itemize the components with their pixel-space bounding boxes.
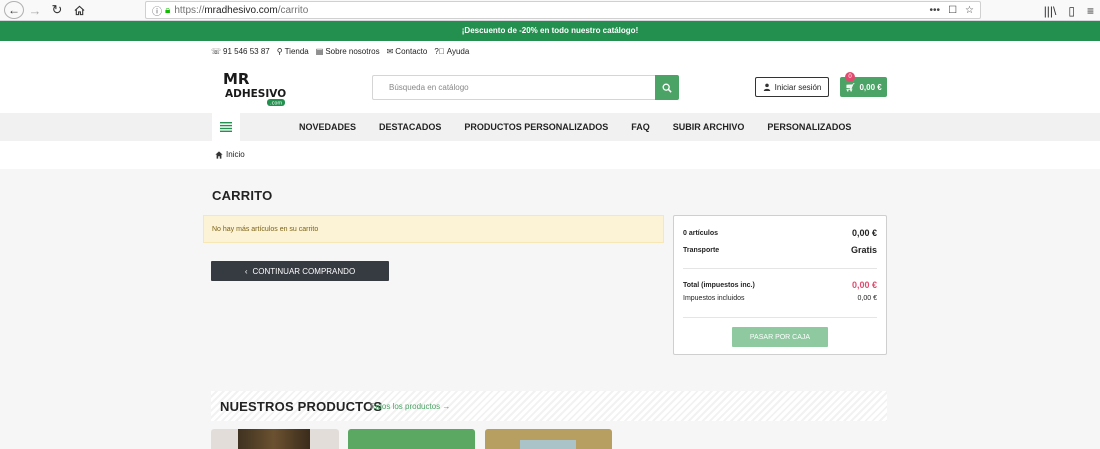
help-link[interactable]: ?⃝ Ayuda — [434, 47, 469, 56]
login-button[interactable]: Iniciar sesión — [755, 77, 829, 97]
url-scheme: https:// — [174, 4, 205, 16]
summary-divider — [683, 317, 877, 318]
summary-items-row: 0 artículos 0,00 € — [683, 228, 877, 238]
store-label: Tienda — [284, 47, 309, 56]
help-icon: ?⃝ — [434, 47, 445, 56]
summary-shipping-value: Gratis — [850, 245, 877, 255]
back-icon[interactable]: ← — [4, 1, 24, 19]
cart-icon: 🛒︎ — [845, 82, 856, 92]
id-card-icon: ▤ — [315, 47, 324, 56]
store-link[interactable]: ⚲ Tienda — [277, 47, 309, 56]
summary-taxes-row: Impuestos incluidos 0,00 € — [683, 295, 877, 302]
product-card[interactable] — [211, 429, 339, 449]
hamburger-icon — [220, 122, 232, 132]
phone-number: 91 546 53 87 — [223, 47, 270, 56]
checkout-button[interactable]: PASAR POR CAJA — [732, 327, 828, 347]
logo-text-adhesivo: ADHESIVO — [225, 88, 286, 100]
summary-taxes-value: 0,00 € — [857, 295, 877, 302]
user-icon — [763, 83, 770, 91]
nav-item-novedades[interactable]: NOVEDADES — [299, 122, 356, 132]
breadcrumb-home-label: Inicio — [226, 150, 245, 159]
cart-total: 0,00 € — [859, 82, 882, 92]
phone-icon: ☏ — [211, 47, 222, 56]
map-pin-icon: ⚲ — [276, 47, 283, 56]
product-card[interactable] — [348, 429, 475, 449]
summary-items-value: 0,00 € — [851, 228, 877, 238]
lock-icon: 🔒︎ — [165, 4, 171, 16]
search-button[interactable] — [655, 75, 679, 100]
nav-item-personalizados[interactable]: PERSONALIZADOS — [767, 122, 851, 132]
summary-total-label: Total (impuestos inc.) — [683, 281, 755, 289]
bookmark-star-icon[interactable]: ☆ — [965, 5, 974, 16]
summary-taxes-label: Impuestos incluidos — [683, 295, 745, 302]
nav-item-destacados[interactable]: DESTACADOS — [379, 122, 441, 132]
logo-text-com: .com — [270, 101, 282, 107]
nav-item-productos-personalizados[interactable]: PRODUCTOS PERSONALIZADOS — [464, 122, 608, 132]
sidebar-icon[interactable]: ▯ — [1068, 4, 1075, 18]
product-card[interactable] — [485, 429, 612, 449]
empty-cart-alert: No hay más artículos en su carrito — [203, 215, 664, 243]
hamburger-menu-button[interactable] — [212, 113, 240, 141]
breadcrumb: Inicio — [0, 141, 1100, 169]
home-icon[interactable] — [68, 0, 90, 21]
url-path: /carrito — [277, 4, 309, 16]
nav-item-faq[interactable]: FAQ — [631, 122, 650, 132]
about-link[interactable]: ▤ Sobre nosotros — [316, 47, 380, 56]
product-image — [520, 440, 576, 449]
products-title: NUESTROS PRODUCTOS — [220, 399, 383, 414]
forward-icon[interactable]: → — [24, 0, 46, 21]
product-image — [238, 429, 310, 449]
summary-items-label: 0 artículos — [683, 229, 719, 237]
chevron-left-icon: ‹ — [244, 266, 248, 276]
cart-summary: 0 artículos 0,00 € Transporte Gratis Tot… — [673, 215, 887, 355]
contact-label: Contacto — [395, 47, 428, 56]
nav-item-subir-archivo[interactable]: SUBIR ARCHIVO — [673, 122, 745, 132]
menu-icon[interactable]: ≡ — [1087, 4, 1094, 18]
reload-icon[interactable]: ↻ — [46, 0, 68, 21]
site-logo[interactable]: MR ADHESIVO .com — [203, 66, 293, 108]
logo-text-mr: MR — [223, 70, 250, 88]
cart-count-badge: 0 — [845, 72, 855, 82]
info-icon[interactable]: ⓘ — [152, 3, 162, 18]
search-icon — [662, 83, 672, 93]
library-icon[interactable]: |||\ — [1044, 4, 1057, 18]
envelope-icon: ✉ — [386, 47, 394, 56]
page-actions-icon[interactable]: ••• — [930, 5, 941, 16]
search-input[interactable] — [372, 75, 655, 100]
breadcrumb-home[interactable]: Inicio — [215, 150, 245, 159]
page-title: CARRITO — [212, 188, 273, 203]
pocket-icon[interactable]: ☐ — [948, 5, 957, 16]
summary-divider — [683, 268, 877, 269]
summary-shipping-row: Transporte Gratis — [683, 245, 877, 255]
summary-shipping-label: Transporte — [683, 246, 720, 254]
search-form — [372, 75, 679, 100]
site-header: ☏ 91 546 53 87 ⚲ Tienda ▤ Sobre nosotros ✉ C… — [0, 41, 1100, 113]
login-label: Iniciar sesión — [774, 82, 822, 92]
contact-link[interactable]: ✉ Contacto — [387, 47, 428, 56]
continue-shopping-label: CONTINUAR COMPRANDO — [252, 266, 356, 276]
help-label: Ayuda — [446, 47, 470, 56]
phone-link[interactable]: ☏ 91 546 53 87 — [211, 47, 270, 56]
home-icon — [215, 150, 223, 159]
url-host: mradhesivo.com — [204, 4, 278, 16]
address-bar[interactable]: ⓘ 🔒︎ https://mradhesivo.com/carrito ••• … — [145, 1, 981, 19]
main-navigation: NOVEDADES DESTACADOS PRODUCTOS PERSONALI… — [0, 113, 1100, 141]
promo-banner: ¡Descuento de -20% en todo nuestro catál… — [0, 21, 1100, 41]
summary-total-value: 0,00 € — [851, 280, 877, 290]
summary-total-row: Total (impuestos inc.) 0,00 € — [683, 280, 877, 290]
browser-toolbar: ← → ↻ ⓘ 🔒︎ https://mradhesivo.com/carrit… — [0, 0, 1100, 21]
contact-bar: ☏ 91 546 53 87 ⚲ Tienda ▤ Sobre nosotros ✉ C… — [211, 47, 469, 56]
continue-shopping-button[interactable]: ‹ CONTINUAR COMPRANDO — [211, 261, 389, 281]
about-label: Sobre nosotros — [325, 47, 380, 56]
all-products-link[interactable]: Todos los productos → — [369, 402, 450, 411]
products-section-header: NUESTROS PRODUCTOS Todos los productos → — [211, 391, 887, 421]
